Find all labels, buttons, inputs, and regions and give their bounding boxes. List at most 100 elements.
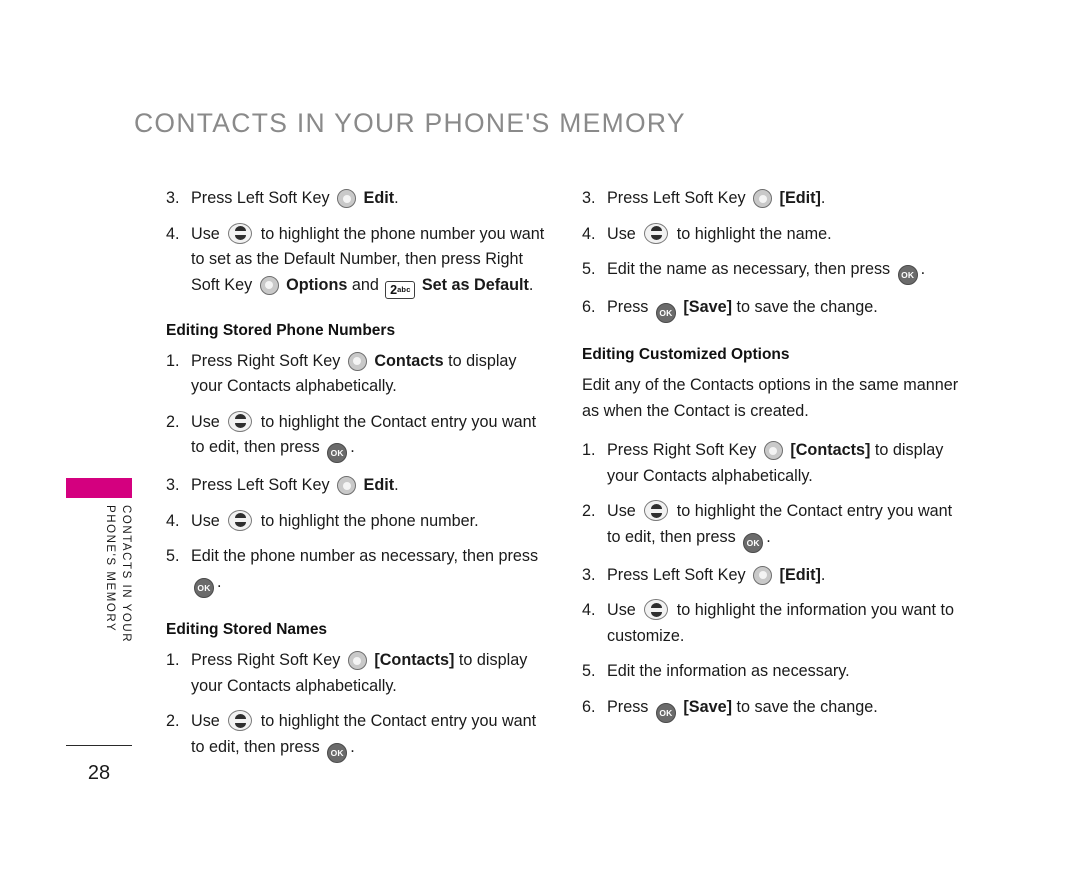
step-text: Use	[607, 601, 641, 620]
running-head: CONTACTS IN YOUR PHONE'S MEMORY	[66, 505, 132, 735]
step-item: 1. Press Right Soft Key [Contacts] to dis…	[166, 648, 546, 699]
intro-paragraph: Edit any of the Contacts options in the …	[582, 376, 959, 420]
step-number: 1.	[166, 351, 180, 370]
content-column-right: 3. Press Left Soft Key [Edit]. 4. Use to hi…	[582, 186, 962, 733]
chevron-up-icon	[234, 414, 246, 420]
step-text: .	[350, 438, 355, 457]
step-emphasis: Contacts	[369, 351, 444, 370]
step-item: 1. Press Right Soft Key Contacts to displ…	[166, 349, 546, 400]
navigation-key-icon	[644, 222, 669, 244]
ok-key-icon: OK	[897, 265, 918, 285]
step-text: Press Left Soft Key	[191, 189, 335, 207]
step-item: 6. Press OK [Save] to save the change.	[582, 295, 962, 323]
ok-key-icon: OK	[327, 742, 348, 763]
ok-key-icon: OK	[655, 702, 676, 723]
soft-key-icon	[753, 189, 773, 208]
step-number: 2.	[166, 712, 180, 731]
step-text: Use	[191, 712, 225, 731]
content-column-left: 3. Press Left Soft Key Edit. 4. Use to high…	[166, 186, 546, 773]
step-number: 5.	[582, 260, 596, 278]
soft-key-icon	[753, 565, 773, 585]
section-heading-editing-stored-phone-numbers: Editing Stored Phone Numbers	[166, 321, 396, 339]
step-text: .	[394, 476, 399, 495]
step-number: 3.	[582, 565, 596, 584]
step-text: .	[394, 189, 399, 207]
step-item: 4. Use to highlight the phone number you …	[166, 222, 546, 299]
soft-key-icon	[347, 651, 367, 671]
step-number: 1.	[166, 651, 180, 670]
step-number: 2.	[166, 412, 180, 431]
side-rail: CONTACTS IN YOUR PHONE'S MEMORY 28	[0, 0, 160, 896]
step-item: 5. Edit the phone number as necessary, th…	[166, 544, 546, 598]
soft-key-icon	[347, 351, 367, 371]
step-text: .	[217, 572, 222, 591]
chevron-up-icon	[650, 226, 662, 231]
step-text: Press Right Soft Key	[191, 351, 345, 370]
navigation-key-icon	[228, 222, 253, 244]
step-list-editing-customized-options: 1. Press Right Soft Key [Contacts] to dis…	[582, 438, 962, 723]
soft-key-icon	[337, 476, 357, 496]
chevron-up-icon	[234, 226, 246, 231]
step-text: Press Right Soft Key	[607, 441, 761, 460]
step-item: 6. Press OK [Save] to save the change.	[582, 695, 962, 723]
step-text: .	[766, 527, 771, 546]
step-text: .	[820, 189, 826, 207]
soft-key-icon	[337, 189, 357, 208]
section-heading-editing-customized-options: Editing Customized Options	[582, 346, 790, 363]
chevron-down-icon	[650, 235, 662, 240]
step-item: 3. Press Left Soft Key [Edit].	[582, 563, 962, 589]
navigation-key-icon	[228, 710, 253, 732]
step-text: Press	[607, 697, 653, 716]
step-emphasis: [Edit]	[775, 565, 821, 584]
chevron-down-icon	[650, 611, 662, 617]
running-head-line-1: CONTACTS IN YOUR	[120, 505, 132, 644]
step-emphasis: Edit	[359, 189, 395, 207]
chevron-down-icon	[234, 522, 246, 528]
step-number: 1.	[582, 441, 596, 460]
step-number: 2.	[582, 502, 596, 521]
step-list-editing-stored-names: 1. Press Right Soft Key [Contacts] to dis…	[166, 648, 546, 763]
chapter-tab-marker	[66, 478, 132, 498]
step-text: to highlight the name.	[672, 224, 832, 243]
step-text: .	[920, 260, 926, 278]
step-emphasis: Options	[281, 275, 348, 294]
soft-key-icon	[763, 441, 783, 461]
step-emphasis: Edit	[359, 476, 395, 495]
step-text: .	[528, 275, 534, 294]
step-text: .	[820, 565, 826, 584]
step-item: 3. Press Left Soft Key Edit.	[166, 186, 546, 212]
navigation-key-icon	[644, 500, 669, 522]
step-text: Use	[191, 511, 225, 530]
keypad-2-abc-icon: 2abc	[385, 280, 416, 299]
step-number: 4.	[582, 601, 596, 620]
step-text: to save the change.	[731, 298, 878, 316]
step-text: Edit the information as necessary.	[607, 662, 850, 681]
step-emphasis: [Save]	[678, 697, 732, 716]
ok-key-icon: OK	[655, 303, 676, 323]
step-number: 4.	[166, 224, 180, 243]
step-text: .	[350, 737, 355, 756]
step-text: Edit the phone number as necessary, then…	[191, 547, 539, 566]
chevron-down-icon	[234, 722, 246, 728]
chevron-down-icon	[650, 512, 662, 518]
keypad-letters: abc	[397, 284, 411, 294]
chevron-up-icon	[234, 513, 246, 519]
step-item: 5. Edit the information as necessary.	[582, 659, 962, 685]
step-text: Use	[607, 224, 641, 243]
chevron-down-icon	[234, 423, 246, 429]
step-text: Use	[191, 224, 225, 243]
ok-key-icon: OK	[194, 577, 214, 598]
step-text: Use	[607, 502, 641, 521]
step-item: 2. Use to highlight the Contact entry you…	[166, 709, 546, 763]
step-number: 5.	[582, 662, 596, 681]
ok-key-icon: OK	[743, 532, 764, 553]
step-item: 3. Press Left Soft Key Edit.	[166, 473, 546, 499]
step-item: 2. Use to highlight the Contact entry you…	[582, 499, 962, 553]
step-emphasis: [Edit]	[775, 189, 821, 207]
soft-key-icon	[259, 275, 279, 295]
step-number: 6.	[582, 298, 596, 316]
step-text: Press Left Soft Key	[191, 476, 335, 495]
step-text: Use	[191, 412, 225, 431]
step-text: Press Right Soft Key	[191, 651, 345, 670]
step-item: 5. Edit the name as necessary, then press…	[582, 257, 962, 285]
